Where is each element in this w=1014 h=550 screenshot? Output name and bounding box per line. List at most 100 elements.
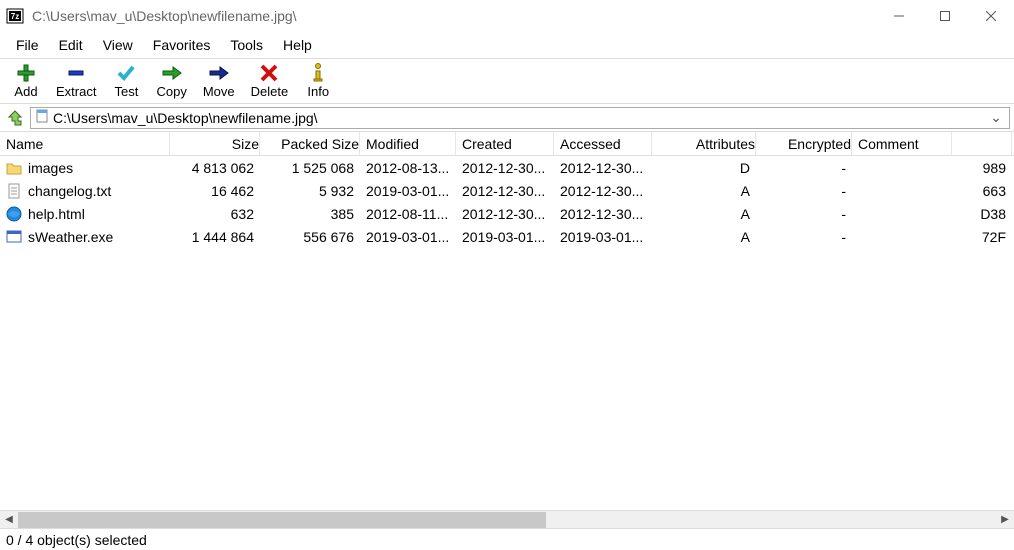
file-name: help.html bbox=[28, 206, 85, 222]
file-attributes: A bbox=[652, 183, 756, 199]
file-attributes: A bbox=[652, 206, 756, 222]
col-extra[interactable] bbox=[952, 132, 1012, 155]
minus-icon bbox=[66, 63, 86, 83]
file-encrypted: - bbox=[756, 183, 852, 199]
add-button[interactable]: Add bbox=[4, 61, 48, 101]
toolbar-label: Info bbox=[307, 84, 329, 99]
toolbar: Add Extract Test Copy Move Delete Info bbox=[0, 58, 1014, 104]
copy-button[interactable]: Copy bbox=[148, 61, 194, 101]
toolbar-label: Extract bbox=[56, 84, 96, 99]
file-modified: 2012-08-11... bbox=[360, 206, 456, 222]
file-size: 1 444 864 bbox=[170, 229, 260, 245]
file-size: 4 813 062 bbox=[170, 160, 260, 176]
folder-icon bbox=[6, 160, 22, 176]
menu-bar: File Edit View Favorites Tools Help bbox=[0, 32, 1014, 58]
col-attributes[interactable]: Attributes bbox=[652, 132, 756, 155]
arrow-right-blue-icon bbox=[208, 63, 230, 83]
status-bar: 0 / 4 object(s) selected bbox=[0, 528, 1014, 550]
table-row[interactable]: images4 813 0621 525 0682012-08-13...201… bbox=[0, 156, 1014, 179]
column-headers: Name Size Packed Size Modified Created A… bbox=[0, 132, 1014, 156]
file-list: Name Size Packed Size Modified Created A… bbox=[0, 132, 1014, 528]
file-created: 2012-12-30... bbox=[456, 160, 554, 176]
col-created[interactable]: Created bbox=[456, 132, 554, 155]
table-row[interactable]: sWeather.exe1 444 864556 6762019-03-01..… bbox=[0, 225, 1014, 248]
horizontal-scrollbar[interactable]: ◀ ▶ bbox=[0, 510, 1014, 528]
menu-favorites[interactable]: Favorites bbox=[143, 33, 221, 57]
toolbar-label: Delete bbox=[251, 84, 289, 99]
file-packed: 5 932 bbox=[260, 183, 360, 199]
file-modified: 2019-03-01... bbox=[360, 183, 456, 199]
file-size: 16 462 bbox=[170, 183, 260, 199]
html-icon bbox=[6, 206, 22, 222]
extract-button[interactable]: Extract bbox=[48, 61, 104, 101]
scroll-left-icon[interactable]: ◀ bbox=[0, 512, 18, 528]
minimize-button[interactable] bbox=[876, 1, 922, 31]
scroll-track[interactable] bbox=[18, 512, 996, 528]
address-text: C:\Users\mav_u\Desktop\newfilename.jpg\ bbox=[53, 110, 987, 126]
test-button[interactable]: Test bbox=[104, 61, 148, 101]
col-size[interactable]: Size bbox=[170, 132, 260, 155]
file-modified: 2019-03-01... bbox=[360, 229, 456, 245]
window-controls bbox=[876, 1, 1014, 31]
file-created: 2019-03-01... bbox=[456, 229, 554, 245]
toolbar-label: Move bbox=[203, 84, 235, 99]
col-comment[interactable]: Comment bbox=[852, 132, 952, 155]
file-encrypted: - bbox=[756, 229, 852, 245]
file-name: sWeather.exe bbox=[28, 229, 113, 245]
file-accessed: 2019-03-01... bbox=[554, 229, 652, 245]
toolbar-label: Add bbox=[14, 84, 37, 99]
file-accessed: 2012-12-30... bbox=[554, 160, 652, 176]
delete-button[interactable]: Delete bbox=[243, 61, 297, 101]
file-extra: 663 bbox=[952, 183, 1012, 199]
file-extra: 72F bbox=[952, 229, 1012, 245]
col-packed-size[interactable]: Packed Size bbox=[260, 132, 360, 155]
menu-edit[interactable]: Edit bbox=[49, 33, 93, 57]
address-bar: C:\Users\mav_u\Desktop\newfilename.jpg\ … bbox=[0, 104, 1014, 132]
file-created: 2012-12-30... bbox=[456, 206, 554, 222]
file-packed: 1 525 068 bbox=[260, 160, 360, 176]
title-bar: 7z C:\Users\mav_u\Desktop\newfilename.jp… bbox=[0, 0, 1014, 32]
toolbar-label: Test bbox=[115, 84, 139, 99]
check-icon bbox=[116, 63, 136, 83]
exe-icon bbox=[6, 229, 22, 245]
close-button[interactable] bbox=[968, 1, 1014, 31]
move-button[interactable]: Move bbox=[195, 61, 243, 101]
file-modified: 2012-08-13... bbox=[360, 160, 456, 176]
file-size: 632 bbox=[170, 206, 260, 222]
file-name: images bbox=[28, 160, 73, 176]
table-row[interactable]: help.html6323852012-08-11...2012-12-30..… bbox=[0, 202, 1014, 225]
file-encrypted: - bbox=[756, 206, 852, 222]
file-icon bbox=[35, 109, 49, 126]
col-accessed[interactable]: Accessed bbox=[554, 132, 652, 155]
menu-view[interactable]: View bbox=[93, 33, 143, 57]
chevron-down-icon[interactable]: ⌄ bbox=[987, 109, 1005, 126]
address-field[interactable]: C:\Users\mav_u\Desktop\newfilename.jpg\ … bbox=[30, 107, 1010, 129]
col-name[interactable]: Name bbox=[0, 132, 170, 155]
maximize-button[interactable] bbox=[922, 1, 968, 31]
table-row[interactable]: changelog.txt16 4625 9322019-03-01...201… bbox=[0, 179, 1014, 202]
file-created: 2012-12-30... bbox=[456, 183, 554, 199]
col-modified[interactable]: Modified bbox=[360, 132, 456, 155]
file-accessed: 2012-12-30... bbox=[554, 206, 652, 222]
txt-icon bbox=[6, 183, 22, 199]
file-accessed: 2012-12-30... bbox=[554, 183, 652, 199]
file-packed: 556 676 bbox=[260, 229, 360, 245]
info-icon bbox=[310, 63, 326, 83]
menu-tools[interactable]: Tools bbox=[220, 33, 273, 57]
scroll-thumb[interactable] bbox=[18, 512, 546, 528]
app-icon: 7z bbox=[6, 7, 24, 25]
file-rows: images4 813 0621 525 0682012-08-13...201… bbox=[0, 156, 1014, 510]
menu-help[interactable]: Help bbox=[273, 33, 322, 57]
col-encrypted[interactable]: Encrypted bbox=[756, 132, 852, 155]
file-packed: 385 bbox=[260, 206, 360, 222]
file-name: changelog.txt bbox=[28, 183, 111, 199]
file-extra: D38 bbox=[952, 206, 1012, 222]
scroll-right-icon[interactable]: ▶ bbox=[996, 512, 1014, 528]
menu-file[interactable]: File bbox=[6, 33, 49, 57]
info-button[interactable]: Info bbox=[296, 61, 340, 101]
arrow-right-green-icon bbox=[161, 63, 183, 83]
file-attributes: D bbox=[652, 160, 756, 176]
window-title: C:\Users\mav_u\Desktop\newfilename.jpg\ bbox=[32, 8, 876, 24]
up-button[interactable] bbox=[4, 107, 26, 129]
status-text: 0 / 4 object(s) selected bbox=[6, 532, 147, 548]
